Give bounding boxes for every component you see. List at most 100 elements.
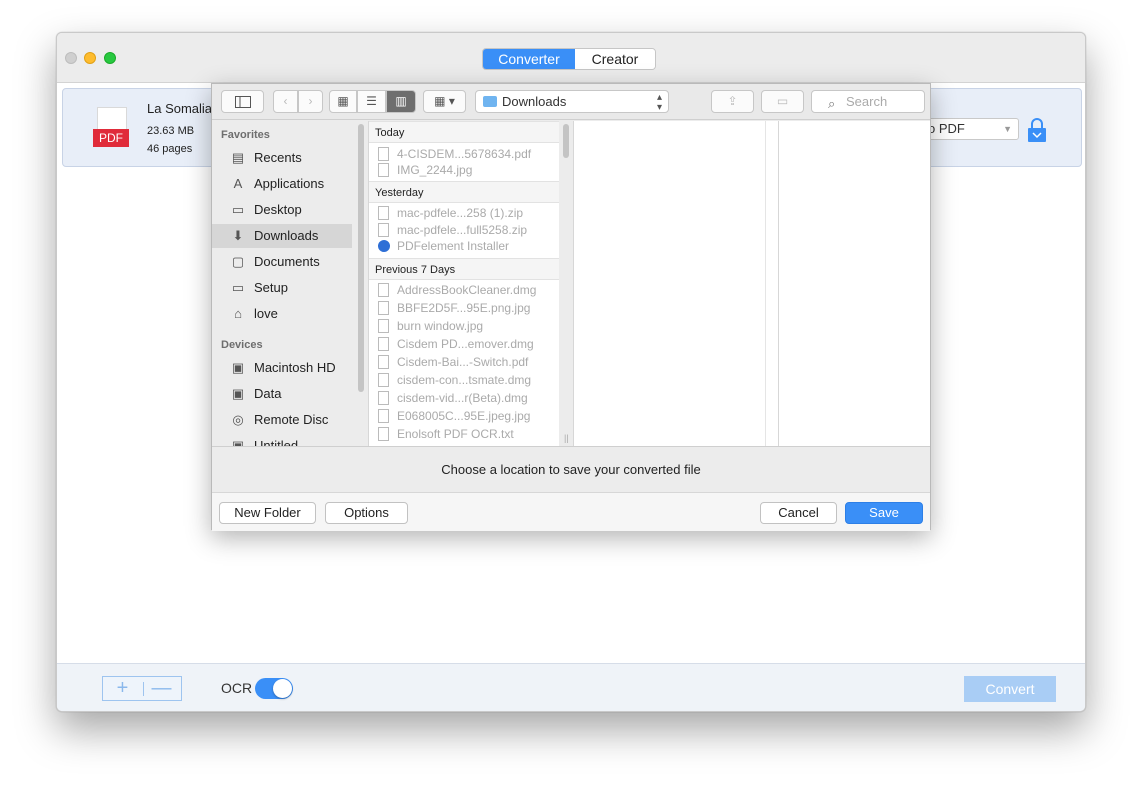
search-input[interactable]: ⌕ Search xyxy=(811,90,925,113)
ocr-label: OCR xyxy=(221,680,253,696)
add-file-button[interactable]: + xyxy=(103,677,142,700)
list-item[interactable]: PDFelement Installer xyxy=(369,237,559,255)
cancel-button[interactable]: Cancel xyxy=(760,502,837,524)
search-icon: ⌕ xyxy=(828,96,836,111)
sidebar-item-documents[interactable]: ▢ Documents xyxy=(212,250,352,274)
home-icon: ⌂ xyxy=(234,306,242,321)
close-window-button[interactable] xyxy=(65,52,77,64)
column-divider xyxy=(765,121,778,446)
sidebar-item-love[interactable]: ⌂ love xyxy=(212,302,352,326)
pdf-badge: PDF xyxy=(93,129,129,147)
group-view-button[interactable]: ▦ ▾ xyxy=(423,90,466,113)
ocr-toggle[interactable] xyxy=(255,678,293,699)
list-icon: ☰ xyxy=(366,94,377,108)
image-file-icon xyxy=(378,319,389,333)
remove-file-button[interactable]: — xyxy=(142,677,181,700)
list-item[interactable]: Cisdem-Bai...-Switch.pdf xyxy=(369,353,559,371)
sidebar-item-recents[interactable]: ▤ Recents xyxy=(212,146,352,170)
disk-icon: ▣ xyxy=(231,386,245,401)
disk-icon: ▣ xyxy=(231,360,245,375)
sidebar-item-applications[interactable]: A Applications xyxy=(212,172,352,196)
add-remove-control: + — xyxy=(102,676,182,701)
sidebar-scrollbar[interactable] xyxy=(358,124,364,392)
sidebar-item-data[interactable]: ▣ Data xyxy=(212,382,352,406)
installer-icon xyxy=(378,240,390,252)
sidebar-item-desktop[interactable]: ▭ Desktop xyxy=(212,198,352,222)
list-item[interactable]: cisdem-vid...r(Beta).dmg xyxy=(369,389,559,407)
folder-icon: ▭ xyxy=(231,280,245,295)
sidebar-item-downloads[interactable]: ⬇ Downloads xyxy=(212,224,352,248)
group-header-today: Today xyxy=(369,121,559,143)
minimize-window-button[interactable] xyxy=(84,52,96,64)
sidebar-item-untitled[interactable]: ▣ Untitled xyxy=(212,434,352,446)
list-item[interactable]: mac-pdfele...258 (1).zip xyxy=(369,204,559,222)
mode-segmented-control: Converter Creator xyxy=(482,48,656,70)
dmg-file-icon xyxy=(378,391,389,405)
tag-button[interactable]: ▭ xyxy=(761,90,804,113)
list-item[interactable]: Cisdem PD...emover.dmg xyxy=(369,335,559,353)
list-item[interactable]: burn window.jpg xyxy=(369,317,559,335)
tab-creator[interactable]: Creator xyxy=(575,49,655,69)
list-view-button[interactable]: ☰ xyxy=(357,90,386,113)
image-file-icon xyxy=(378,301,389,315)
title-bar: Converter Creator xyxy=(57,33,1085,83)
file-column: Today 4-CISDEM...5678634.pdf IMG_2244.jp… xyxy=(368,121,559,446)
list-item[interactable]: IMG_2244.jpg xyxy=(369,161,559,179)
grid-icon: ▦ xyxy=(337,94,349,108)
dialog-footer: New Folder Options Cancel Save xyxy=(212,493,930,531)
share-icon: ⇪ xyxy=(727,94,738,108)
downloads-icon: ⬇ xyxy=(232,228,244,243)
convert-button[interactable]: Convert xyxy=(964,676,1056,702)
pdf-file-icon xyxy=(378,147,389,161)
save-dialog: ‹ › ▦ ☰ ▥ ▦ ▾ Downloads ▴ ▾ ⇪ ▭ ⌕ Search … xyxy=(211,83,931,531)
favorites-header: Favorites xyxy=(221,129,270,141)
sidebar-item-setup[interactable]: ▭ Setup xyxy=(212,276,352,300)
sidebar-item-remote-disc[interactable]: ◎ Remote Disc xyxy=(212,408,352,432)
dmg-file-icon xyxy=(378,283,389,297)
text-file-icon xyxy=(378,427,389,441)
list-item[interactable]: E068005C...95E.jpeg.jpg xyxy=(369,407,559,425)
icon-view-button[interactable]: ▦ xyxy=(329,90,357,113)
share-button[interactable]: ⇪ xyxy=(711,90,754,113)
sidebar-item-macintosh-hd[interactable]: ▣ Macintosh HD xyxy=(212,356,352,380)
updown-chevron-icon: ▴ ▾ xyxy=(656,92,662,113)
desktop-icon: ▭ xyxy=(231,202,245,217)
back-button[interactable]: ‹ xyxy=(273,90,298,113)
location-select[interactable]: Downloads ▴ ▾ xyxy=(475,90,669,113)
list-item[interactable]: Enolsoft PDF OCR.txt xyxy=(369,425,559,443)
list-item[interactable]: AddressBookCleaner.dmg xyxy=(369,281,559,299)
zoom-window-button[interactable] xyxy=(104,52,116,64)
applications-icon: A xyxy=(233,176,243,191)
new-folder-button[interactable]: New Folder xyxy=(219,502,316,524)
group-header-previous-7-days: Previous 7 Days xyxy=(369,258,559,280)
folder-icon xyxy=(483,96,497,107)
zip-file-icon xyxy=(378,223,389,237)
tab-converter[interactable]: Converter xyxy=(483,49,575,69)
documents-icon: ▢ xyxy=(231,254,245,269)
output-format-select[interactable]: o PDF ▼ xyxy=(921,118,1019,140)
lock-icon[interactable] xyxy=(1026,117,1048,143)
search-placeholder: Search xyxy=(846,94,888,109)
image-file-icon xyxy=(378,409,389,423)
list-item[interactable]: BBFE2D5F...95E.png.jpg xyxy=(369,299,559,317)
dmg-file-icon xyxy=(378,337,389,351)
recents-icon: ▤ xyxy=(231,150,245,165)
file-pages: 46 pages xyxy=(147,143,193,155)
empty-column xyxy=(573,121,765,446)
options-button[interactable]: Options xyxy=(325,502,408,524)
dialog-message: Choose a location to save your converted… xyxy=(212,446,930,493)
sidebar-icon xyxy=(234,96,251,108)
forward-button[interactable]: › xyxy=(298,90,323,113)
dialog-toolbar: ‹ › ▦ ☰ ▥ ▦ ▾ Downloads ▴ ▾ ⇪ ▭ ⌕ Search xyxy=(212,84,930,120)
list-item[interactable]: cisdem-con...tsmate.dmg xyxy=(369,371,559,389)
output-format-value: o PDF xyxy=(928,121,965,136)
sidebar-toggle-button[interactable] xyxy=(221,90,264,113)
column-resize-handle[interactable]: || xyxy=(564,433,569,443)
column-view-button[interactable]: ▥ xyxy=(386,90,416,113)
chevron-down-icon: ▼ xyxy=(1003,124,1012,134)
file-column-scrollbar[interactable] xyxy=(563,124,569,158)
save-button[interactable]: Save xyxy=(845,502,923,524)
chevron-left-icon: ‹ xyxy=(283,94,288,108)
file-size: 23.63 MB xyxy=(147,125,195,137)
disk-icon: ▣ xyxy=(231,438,245,446)
